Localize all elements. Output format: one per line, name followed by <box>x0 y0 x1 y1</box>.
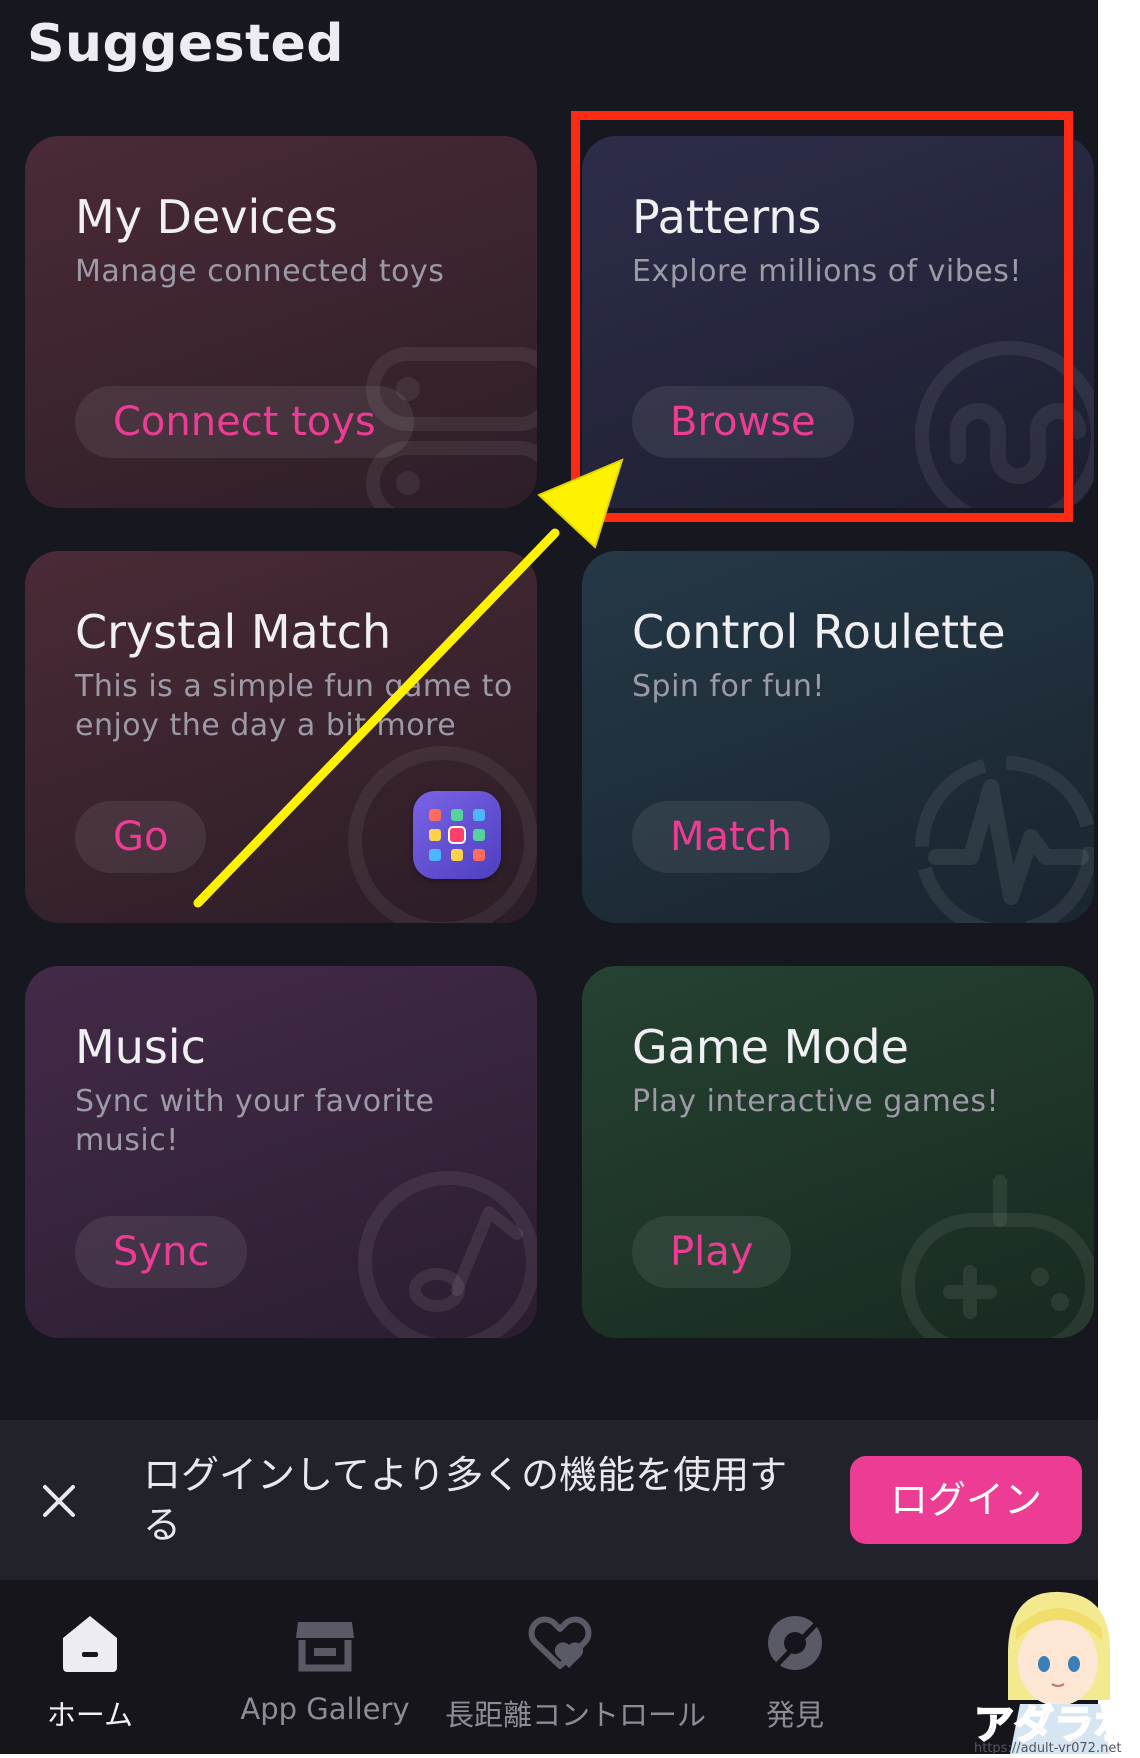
login-prompt-text: ログインしてより多くの機能を使用する <box>143 1453 788 1547</box>
tab-label: ホーム <box>46 1698 134 1732</box>
tab-label: 長距離コントロール <box>445 1698 707 1732</box>
hearts-icon <box>525 1608 595 1678</box>
login-button[interactable]: ログイン <box>850 1456 1082 1544</box>
yellow-arrow-annotation <box>193 458 624 908</box>
tab-label: App Gallery <box>240 1692 410 1726</box>
tab-remote-control[interactable]: 長距離コントロール <box>445 1608 707 1748</box>
tab-discover[interactable]: 発見 <box>735 1608 855 1748</box>
discover-icon <box>760 1608 830 1678</box>
mascot-watermark: アダラボ https://adult-vr072.net <box>960 1580 1140 1756</box>
tab-app-gallery[interactable]: App Gallery <box>235 1608 415 1748</box>
home-icon <box>55 1608 125 1678</box>
store-icon <box>290 1608 360 1678</box>
watermark-url: https://adult-vr072.net <box>974 1741 1121 1754</box>
app-screen: Suggested My Devices Manage connected to… <box>0 0 1098 1754</box>
close-icon[interactable] <box>36 1478 82 1524</box>
tab-home[interactable]: ホーム <box>20 1608 160 1748</box>
bottom-tab-bar: ホーム App Gallery 長距離コントロール 発見 <box>0 1580 1098 1754</box>
tab-label: 発見 <box>765 1698 824 1732</box>
login-prompt-bar: ログインしてより多くの機能を使用する ログイン <box>0 1420 1098 1580</box>
